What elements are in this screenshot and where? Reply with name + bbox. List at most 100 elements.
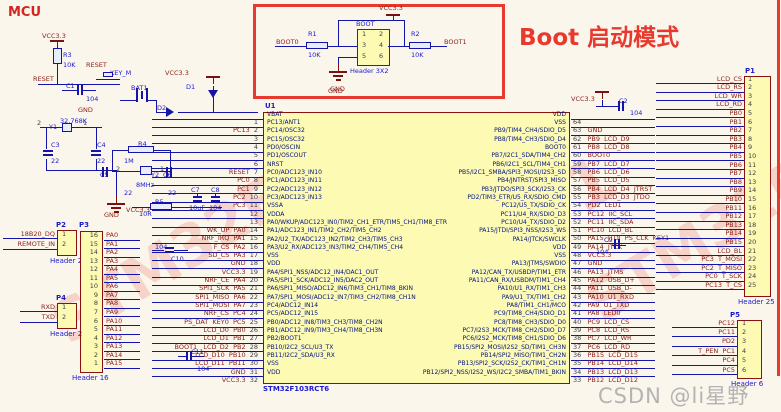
p4-net-label: RXD [41,302,55,311]
crystal-y2 [140,166,152,175]
ic-pin-name: PC5/ADC12_IN15 [267,310,319,318]
component-label: Y2 [151,171,160,179]
vcc-stem [57,42,58,46]
ic-pin-name: VSS [554,252,566,260]
page-title: MCU [8,5,42,20]
component-label: D1 [186,83,196,91]
ic-pin-name: PA15/JTDI/SPI3_NSS/I2S3_WS [479,227,566,235]
p2-net-label: REMOTE_IN [17,240,55,248]
connector-p1-caption: Header 25 [738,298,775,306]
ic-pin-name: PC9/TIM8_CH4/SDIO_D1 [494,310,566,318]
net-label: VCC3.3 [221,375,246,384]
component-label: GND [330,85,345,93]
boot-section-title: Boot 启动模式 [519,25,680,51]
gnd-bar [114,211,119,213]
p5-pin-wire [672,374,737,375]
ic-pin-name: PB2/BOOT1 [267,335,302,343]
gnd-bar [329,71,347,73]
capacitor-plate [146,88,148,102]
component-label: 104 [86,95,99,103]
wire-segment [57,64,58,85]
p1-pin-number: 1 [748,74,753,83]
ic-pin-name: PC14/OSC32 [267,127,305,135]
p1-pin-number: 5 [748,108,753,117]
p1-net-label: PB11 [725,203,742,212]
p4-pin-number: 2 [62,313,67,321]
p5-net-label: PC12 [718,318,735,327]
ic-pin-name: PA10/U1_RX/TIM1_CH3 [497,285,566,293]
p3-net-label: PA15 [106,359,123,368]
ic-pin-name: PC11/U4_RX/SDIO_D3 [500,210,566,218]
ic-pin-name: VDD [552,243,566,251]
wire-segment [96,127,97,149]
ic-pin-name: PD2/TIM3_ETR/U5_RX/SDIO_CMD [467,193,566,201]
p3-pin-number: 6 [93,316,98,325]
capacitor-plate [186,351,188,361]
p1-net-label: PB1 [729,117,742,126]
p1-net-label: LCD_RS [716,83,742,92]
p1-net-label: PB4 [729,143,742,152]
boot-pin-number: 2 [379,30,384,38]
wire-segment [388,46,409,47]
net-label-boot1: BOOT1 [444,38,467,46]
wire-segment [148,100,156,101]
p5-pin-number: 3 [742,337,747,346]
boot-pin-number: 4 [379,41,384,49]
ic-pin-name: PC8/TIM8_CH3/SDIO_D0 [494,318,566,326]
p3-pin-number: 11 [89,273,98,282]
crystal-y1 [62,123,72,132]
p1-net-label: PC13 T_CS [705,280,742,289]
ic-ref: U1 [265,102,276,110]
wire-segment [72,127,102,128]
p1-pin-number: 18 [748,220,757,229]
component-label: GND [78,106,93,114]
pin-number: 32 [245,375,258,384]
p5-pin-number: 5 [742,356,747,365]
capacitor-plate [81,85,83,95]
component-label: C3 [51,141,60,149]
gnd-bar [111,207,121,209]
p1-pin-number: 8 [748,134,753,143]
p3-net-label: PA13 [106,342,123,351]
p5-pin-number: 4 [742,346,747,355]
ic-pin-name: VDD [267,368,281,376]
resistor-r1-ref: R1 [308,30,317,38]
wire-segment [62,90,77,91]
p1-pin-number: 4 [748,100,753,109]
p2-pin-number: 1 [62,229,67,238]
p1-net-label: PB6 [729,160,742,169]
ic-pin-name: PA4/SPI1_NSS/ADC12_IN4/DAC1_OUT [267,268,379,276]
ic-pin-name: PA11/CAN_RX/USBDM/TIM1_CH4 [468,277,566,285]
p4-pin-wire [20,321,57,323]
component-label: 2 [37,119,42,127]
component-label: 22 [124,189,133,197]
component-label: RESET [86,61,107,69]
p3-pin-number: 13 [89,256,98,265]
ic-pin-name: PC4/ADC12_IN14 [267,302,319,310]
p1-pin-number: 19 [748,229,757,238]
p1-net-label: PB2 [729,126,742,135]
p2-pin-number: 2 [62,240,67,248]
ic-pin-name: VDD [552,110,566,118]
wire-segment [38,84,120,85]
ic-pin-name: PA14/JTCK/SWCLK [512,235,566,243]
p1-pin-number: 11 [748,160,757,169]
p1-net-label: PB7 [729,169,742,178]
schematic-canvas: STM32F1 STM32F1 STM32F1 MCU Boot 启动模式 BO… [0,0,781,412]
diode-d2 [166,107,174,117]
wire-segment [46,127,47,149]
component-label: KEY_M [110,69,132,77]
p1-pin-number: 20 [748,237,757,246]
p5-pin-number: 6 [742,365,747,374]
wire-segment [152,250,164,251]
p4-pin-wire [20,311,57,312]
ic-pin-name: PB11/I2C2_SDA/U3_RX [267,351,335,359]
p3-net-label: PA8 [106,299,119,308]
ic-pin-name: PB4/JNTRST/SPI3_MISO [497,177,566,185]
p3-net-label: PA0 [106,231,119,239]
gnd-bar [336,79,341,81]
component-label: 104 [596,248,609,256]
p5-net-label: PC5 [722,365,735,374]
ic-pin-name: PB0/ADC12_IN8/TIM3_CH3/TIM8_CH2N [267,318,383,326]
ic-pin-name: PB10/I2C2_SCL/U3_TX [267,343,334,351]
